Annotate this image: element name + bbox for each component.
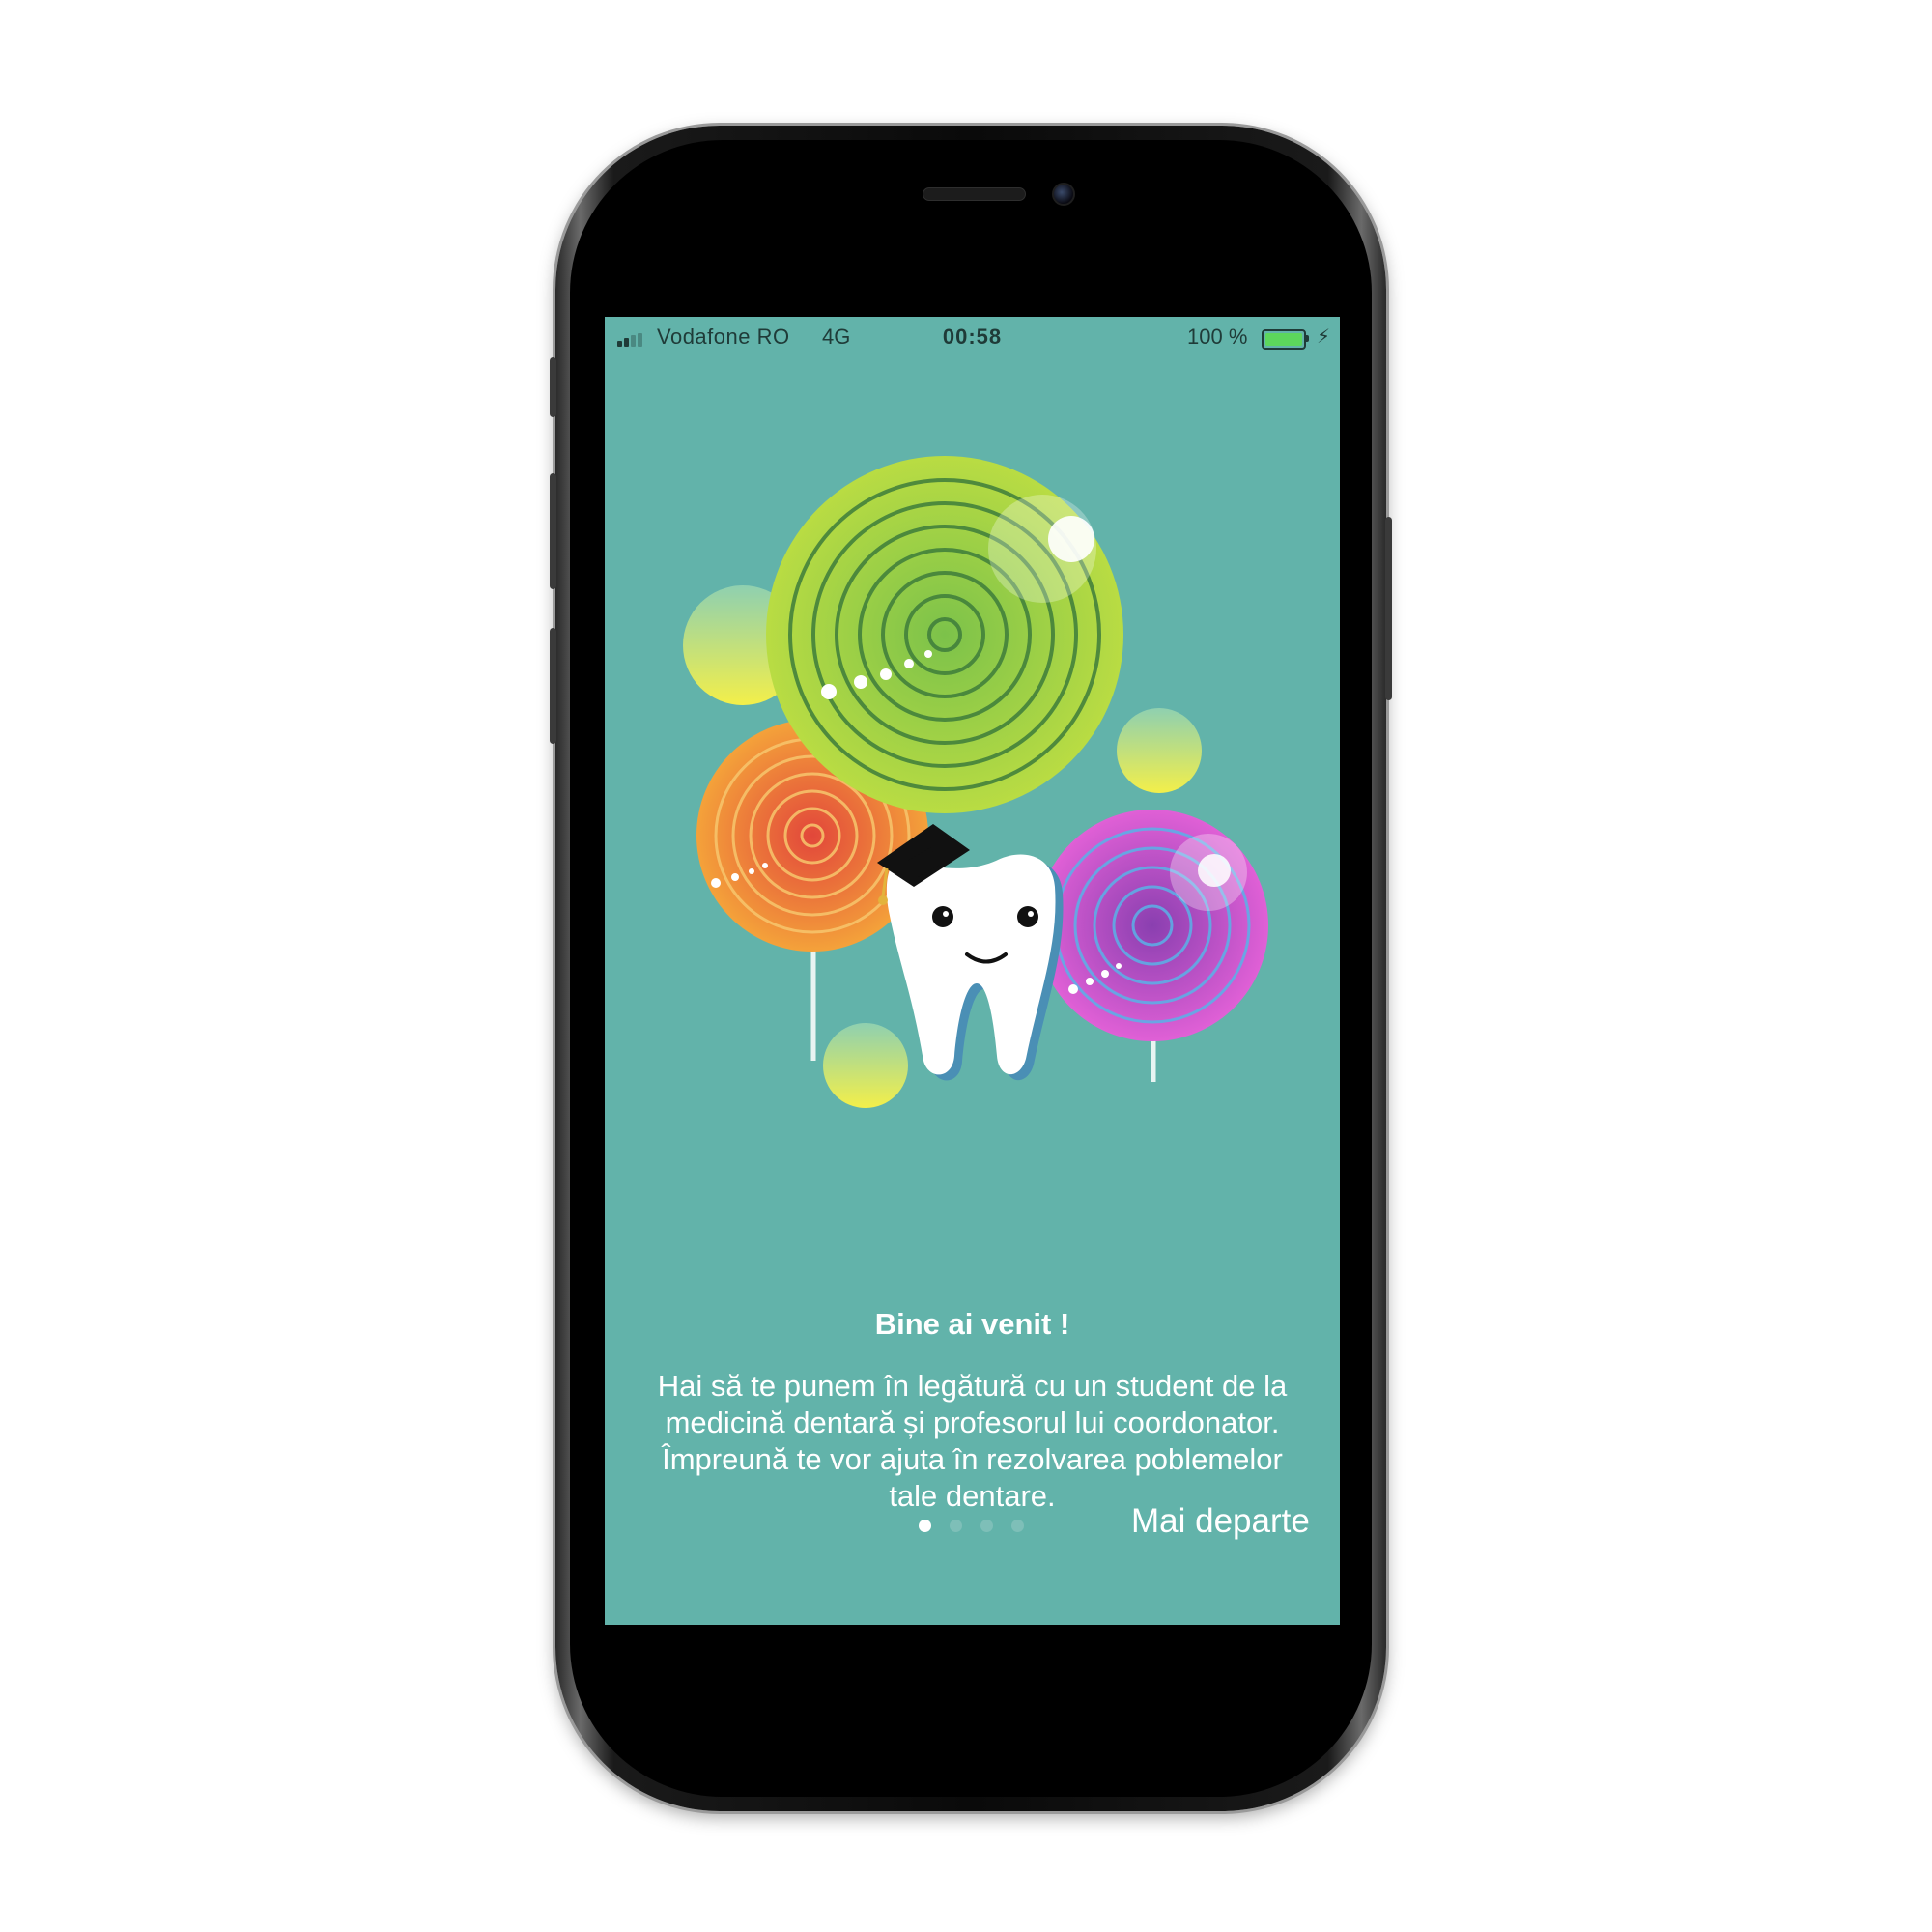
page-dot-3[interactable] — [980, 1520, 993, 1532]
purple-lollipop — [1037, 810, 1268, 1041]
yellow-bubble — [1117, 708, 1202, 793]
yellow-bubble — [823, 1023, 908, 1108]
tooth-mascot — [877, 824, 1064, 1081]
onboarding-title: Bine ai venit ! — [874, 1307, 1070, 1341]
silent-switch — [550, 357, 556, 417]
front-camera — [1052, 183, 1075, 206]
volume-down-button — [550, 628, 556, 744]
next-button[interactable]: Mai departe — [1131, 1502, 1310, 1541]
volume-up-button — [550, 473, 556, 589]
onboarding-description: Hai să te punem în legătură cu un studen… — [657, 1369, 1288, 1513]
page-dot-1[interactable] — [919, 1520, 931, 1532]
green-lollipop — [766, 456, 1123, 813]
page-dot-4[interactable] — [1011, 1520, 1024, 1532]
power-button — [1385, 517, 1392, 700]
page-dot-2[interactable] — [950, 1520, 962, 1532]
app-screen: Vodafone RO 4G 00:58 100 % ⚡︎ Bine ai ve… — [605, 317, 1340, 1625]
earpiece-speaker — [923, 187, 1026, 201]
